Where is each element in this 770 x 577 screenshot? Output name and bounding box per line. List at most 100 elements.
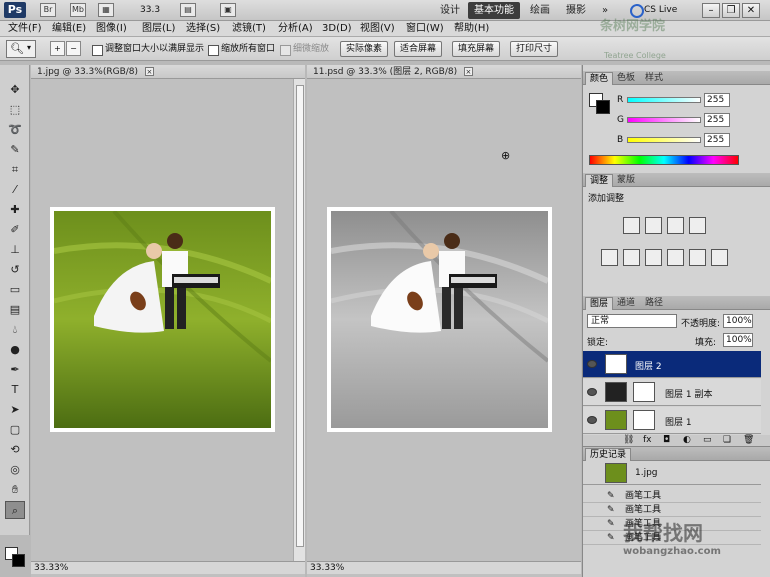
red-slider[interactable] (627, 97, 701, 103)
bridge-icon[interactable]: Br (40, 3, 56, 17)
menu-edit[interactable]: 编辑(E) (52, 22, 86, 36)
levels-icon[interactable] (645, 217, 662, 234)
path-select-tool-icon[interactable]: ➤ (5, 401, 25, 419)
tab-paths[interactable]: 路径 (641, 297, 667, 310)
layer-row-2[interactable]: 图层 2 (583, 351, 761, 378)
canvas-image-1[interactable] (50, 207, 275, 432)
fit-screen-button[interactable]: 适合屏幕 (394, 41, 443, 57)
blue-slider[interactable] (627, 137, 701, 143)
link-layers-icon[interactable]: ⛓ (623, 435, 634, 445)
type-tool-icon[interactable]: T (5, 381, 25, 399)
close-tab-icon[interactable]: × (144, 67, 154, 76)
black-white-icon[interactable] (667, 249, 684, 266)
tab-masks[interactable]: 蒙版 (613, 174, 639, 187)
shape-tool-icon[interactable]: ▢ (5, 421, 25, 439)
crop-tool-icon[interactable]: ⌗ (5, 161, 25, 179)
green-slider[interactable] (627, 117, 701, 123)
menu-select[interactable]: 选择(S) (186, 22, 220, 36)
quick-select-tool-icon[interactable]: ✎ (5, 141, 25, 159)
minimize-icon[interactable]: – (702, 3, 720, 18)
print-size-button[interactable]: 打印尺寸 (510, 41, 559, 57)
document-tab-1[interactable]: 1.jpg @ 33.3%(RGB/8) × (31, 65, 305, 79)
close-icon[interactable]: ✕ (742, 3, 760, 18)
tab-history[interactable]: 历史记录 (585, 448, 632, 461)
layer-row-1[interactable]: 图层 1 (583, 407, 761, 434)
menu-3d[interactable]: 3D(D) (322, 22, 352, 36)
3d-orbit-tool-icon[interactable]: ◎ (5, 461, 25, 479)
color-balance-icon[interactable] (645, 249, 662, 266)
workspace-photography[interactable]: 摄影 (560, 2, 592, 19)
clone-stamp-tool-icon[interactable]: ⊥ (5, 241, 25, 259)
new-layer-icon[interactable]: ❏ (723, 435, 731, 445)
history-brush-tool-icon[interactable]: ↺ (5, 261, 25, 279)
restore-icon[interactable]: ❐ (722, 3, 740, 18)
background-color-swatch[interactable] (12, 554, 25, 567)
curves-icon[interactable] (667, 217, 684, 234)
tab-swatches[interactable]: 色板 (613, 72, 639, 85)
dodge-tool-icon[interactable]: ● (5, 341, 25, 359)
hue-saturation-icon[interactable] (623, 249, 640, 266)
marquee-tool-icon[interactable]: ⬚ (5, 101, 25, 119)
menu-window[interactable]: 窗口(W) (406, 22, 444, 36)
vibrance-icon[interactable] (601, 249, 618, 266)
workspace-essentials[interactable]: 基本功能 (468, 2, 520, 19)
tool-preset-picker[interactable]: 🔍︎ ▾ (6, 40, 36, 58)
screen-mode-icon[interactable]: ▣ (220, 3, 236, 17)
hand-tool-icon[interactable]: ✋︎ (5, 481, 25, 499)
zoom-out-icon[interactable]: − (66, 41, 81, 56)
green-value-input[interactable]: 255 (704, 113, 730, 127)
tab-styles[interactable]: 样式 (641, 72, 667, 85)
new-adjustment-icon[interactable]: ◐ (683, 435, 691, 445)
arrange-documents-icon[interactable]: ▤ (180, 3, 196, 17)
gradient-tool-icon[interactable]: ▤ (5, 301, 25, 319)
tab-adjustments[interactable]: 调整 (585, 174, 614, 187)
menu-image[interactable]: 图像(I) (96, 22, 127, 36)
resize-windows-checkbox[interactable]: 调整窗口大小以满屏显示 (92, 43, 204, 56)
add-mask-icon[interactable]: ◘ (663, 435, 670, 445)
vertical-scrollbar[interactable] (293, 79, 305, 561)
workspace-design[interactable]: 设计 (434, 2, 466, 19)
scrollbar-thumb[interactable] (296, 85, 304, 547)
move-tool-icon[interactable]: ✥ (5, 81, 25, 99)
color-spectrum-bar[interactable] (589, 155, 739, 165)
pen-tool-icon[interactable]: ✒ (5, 361, 25, 379)
eye-icon[interactable] (587, 388, 597, 396)
eyedropper-tool-icon[interactable]: ⁄ (5, 181, 25, 199)
layer-row-1-copy[interactable]: 图层 1 副本 (583, 379, 761, 406)
document-tab-2[interactable]: 11.psd @ 33.3% (图层 2, RGB/8) × (307, 65, 581, 79)
photo-filter-icon[interactable] (689, 249, 706, 266)
menu-view[interactable]: 视图(V) (360, 22, 395, 36)
eye-icon[interactable] (587, 360, 597, 368)
tab-layers[interactable]: 图层 (585, 297, 614, 310)
channel-mixer-icon[interactable] (711, 249, 728, 266)
close-tab-icon[interactable]: × (463, 67, 473, 76)
eye-icon[interactable] (587, 416, 597, 424)
workspace-painting[interactable]: 绘画 (524, 2, 556, 19)
history-snapshot[interactable]: 1.jpg (583, 461, 761, 485)
menu-analysis[interactable]: 分析(A) (278, 22, 313, 36)
menu-help[interactable]: 帮助(H) (454, 22, 489, 36)
3d-rotate-tool-icon[interactable]: ⟲ (5, 441, 25, 459)
panel-background-swatch[interactable] (596, 100, 610, 114)
new-group-icon[interactable]: ▭ (703, 435, 712, 445)
view-extras-icon[interactable]: ▦ (98, 3, 114, 17)
brush-tool-icon[interactable]: ✐ (5, 221, 25, 239)
opacity-input[interactable]: 100% (723, 314, 753, 328)
eraser-tool-icon[interactable]: ▭ (5, 281, 25, 299)
mini-bridge-icon[interactable]: Mb (70, 3, 86, 17)
menu-file[interactable]: 文件(F) (8, 22, 42, 36)
history-item[interactable]: ✎ 画笔工具 (583, 489, 761, 503)
tab-color[interactable]: 颜色 (585, 72, 614, 85)
zoom-all-windows-checkbox[interactable]: 缩放所有窗口 (208, 43, 275, 56)
fx-icon[interactable]: fx (643, 435, 652, 445)
zoom-tool-icon[interactable]: ⌕ (5, 501, 25, 519)
red-value-input[interactable]: 255 (704, 93, 730, 107)
zoom-readout-1[interactable]: 33.33% (31, 563, 68, 573)
trash-icon[interactable]: 🗑︎ (743, 435, 754, 445)
history-item[interactable]: ✎ 画笔工具 (583, 503, 761, 517)
zoom-in-icon[interactable]: + (50, 41, 65, 56)
canvas-image-2[interactable] (327, 207, 552, 432)
app-zoom-level[interactable]: 33.3 (140, 3, 170, 18)
brightness-icon[interactable] (623, 217, 640, 234)
menu-filter[interactable]: 滤镜(T) (232, 22, 266, 36)
